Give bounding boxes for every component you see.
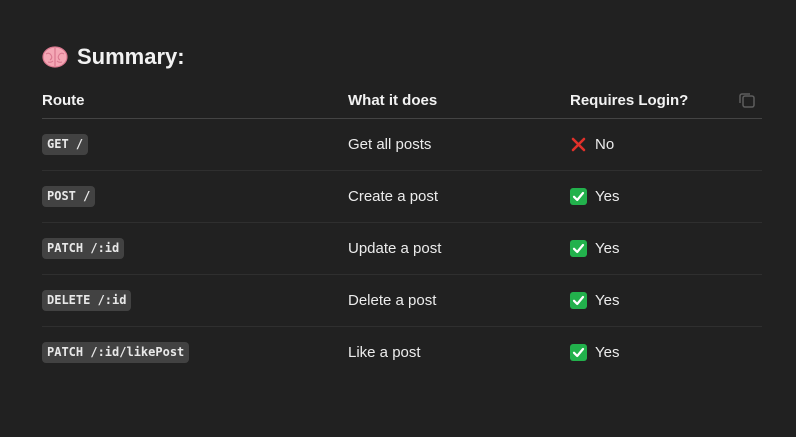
login-cell: No	[570, 136, 762, 153]
table-row: POST / Create a post Yes	[42, 171, 762, 223]
summary-heading: Summary:	[42, 40, 185, 74]
login-cell: Yes	[570, 292, 762, 309]
route-code: DELETE /:id	[42, 290, 132, 311]
route-code: PATCH /:id/likePost	[42, 342, 190, 363]
login-cell: Yes	[570, 240, 762, 257]
check-mark-icon	[570, 240, 587, 257]
route-description: Get all posts	[348, 136, 432, 153]
login-value: Yes	[595, 240, 620, 257]
brain-icon	[42, 46, 68, 68]
table-row: GET / Get all posts No	[42, 119, 762, 171]
route-description: Delete a post	[348, 292, 437, 309]
route-code: POST /	[42, 186, 96, 207]
route-code: PATCH /:id	[42, 238, 125, 259]
login-value: No	[595, 136, 615, 153]
check-mark-icon	[570, 344, 587, 361]
login-value: Yes	[595, 188, 620, 205]
table-row: PATCH /:id Update a post Yes	[42, 223, 762, 275]
header-route: Route	[42, 91, 85, 109]
route-description: Update a post	[348, 240, 442, 257]
table-row: PATCH /:id/likePost Like a post Yes	[42, 327, 762, 378]
table-header-row: Route What it does Requires Login?	[42, 82, 762, 119]
route-description: Create a post	[348, 188, 439, 205]
route-code: GET /	[42, 134, 89, 155]
route-description: Like a post	[348, 344, 421, 361]
login-value: Yes	[595, 344, 620, 361]
cross-mark-icon	[571, 137, 586, 152]
login-cell: Yes	[570, 344, 762, 361]
header-what-it-does: What it does	[348, 91, 438, 109]
summary-table: Route What it does Requires Login? GET /…	[42, 82, 762, 378]
header-requires-login: Requires Login?	[570, 91, 689, 109]
check-mark-icon	[570, 188, 587, 205]
summary-title: Summary:	[77, 44, 185, 69]
check-mark-icon	[570, 292, 587, 309]
login-value: Yes	[595, 292, 620, 309]
table-row: DELETE /:id Delete a post Yes	[42, 275, 762, 327]
login-cell: Yes	[570, 188, 762, 205]
